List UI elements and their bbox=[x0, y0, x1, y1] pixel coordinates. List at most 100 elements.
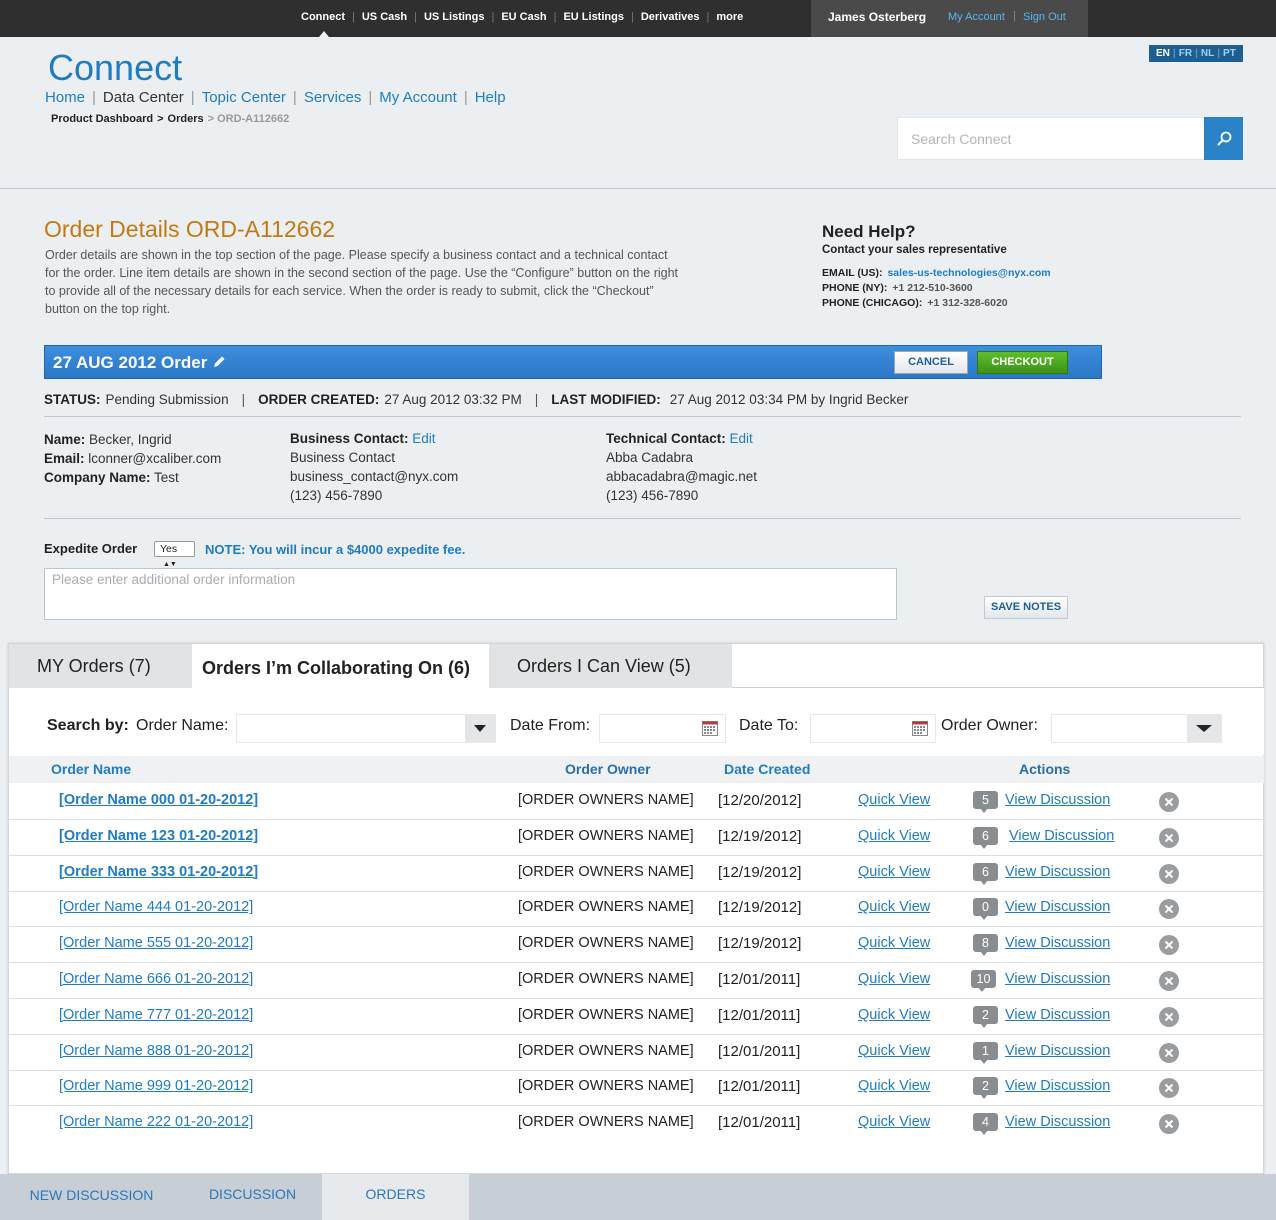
pencil-icon[interactable] bbox=[212, 355, 226, 369]
view-discussion-link[interactable]: View Discussion bbox=[1005, 899, 1110, 915]
lang-pt[interactable]: PT bbox=[1223, 48, 1236, 59]
quick-view-link[interactable]: Quick View bbox=[858, 971, 930, 987]
nav-data-center[interactable]: Data Center bbox=[103, 89, 184, 106]
quick-view-link[interactable]: Quick View bbox=[858, 864, 930, 880]
order-owner-dropdown-button[interactable] bbox=[1187, 715, 1221, 742]
view-discussion-link[interactable]: View Discussion bbox=[1005, 1043, 1110, 1059]
sign-out-link[interactable]: Sign Out bbox=[1023, 11, 1066, 23]
column-order-owner[interactable]: Order Owner bbox=[565, 761, 651, 777]
view-discussion-link[interactable]: View Discussion bbox=[1005, 864, 1110, 880]
search-button[interactable] bbox=[1204, 117, 1243, 160]
date-to-filter[interactable] bbox=[810, 714, 936, 743]
notes-textarea[interactable] bbox=[45, 569, 896, 619]
nav-help[interactable]: Help bbox=[475, 89, 506, 106]
nav-my-account[interactable]: My Account bbox=[379, 89, 457, 106]
remove-button[interactable] bbox=[1159, 1078, 1179, 1099]
topnav-eu-listings[interactable]: EU Listings bbox=[563, 11, 624, 23]
comment-count-icon: 6 bbox=[973, 826, 998, 849]
order-name-link[interactable]: [Order Name 333 01-20-2012] bbox=[59, 864, 258, 880]
quick-view-link[interactable]: Quick View bbox=[858, 1114, 930, 1130]
remove-button[interactable] bbox=[1159, 792, 1179, 812]
order-name-link[interactable]: [Order Name 555 01-20-2012] bbox=[59, 935, 253, 951]
chevron-down-icon bbox=[1196, 724, 1212, 732]
comment-count-icon: 5 bbox=[973, 791, 998, 813]
tab-new-discussion[interactable]: NEW DISCUSSION bbox=[0, 1174, 183, 1220]
help-phone-chicago: PHONE (CHICAGO): +1 312-328-6020 bbox=[822, 297, 1008, 309]
quick-view-link[interactable]: Quick View bbox=[858, 935, 930, 951]
help-title: Need Help? bbox=[822, 222, 916, 241]
tab-can-view[interactable]: Orders I Can View (5) bbox=[489, 644, 732, 688]
tab-orders[interactable]: ORDERS bbox=[322, 1174, 469, 1220]
lang-nl[interactable]: NL bbox=[1201, 48, 1214, 59]
connect-logo[interactable]: Connect bbox=[48, 47, 182, 89]
topnav-connect[interactable]: Connect bbox=[301, 11, 345, 23]
date-from-filter[interactable] bbox=[599, 714, 726, 743]
order-owner-filter[interactable] bbox=[1051, 714, 1222, 743]
cancel-button[interactable]: CANCEL bbox=[894, 351, 968, 374]
close-icon bbox=[1164, 976, 1174, 986]
my-account-link[interactable]: My Account bbox=[948, 11, 1005, 23]
view-discussion-link[interactable]: View Discussion bbox=[1005, 971, 1110, 987]
quick-view-link[interactable]: Quick View bbox=[858, 1043, 930, 1059]
business-contact-edit-link[interactable]: Edit bbox=[412, 431, 435, 446]
help-email-link[interactable]: sales-us-technologies@nyx.com bbox=[887, 267, 1050, 279]
quick-view-link[interactable]: Quick View bbox=[858, 1078, 930, 1094]
breadcrumb-orders[interactable]: Orders bbox=[168, 113, 204, 125]
nav-services[interactable]: Services bbox=[304, 89, 362, 106]
remove-button[interactable] bbox=[1159, 971, 1179, 991]
remove-button[interactable] bbox=[1159, 935, 1179, 956]
tab-collaborating[interactable]: Orders I’m Collaborating On (6) bbox=[192, 644, 489, 689]
tab-discussion[interactable]: DISCUSSION bbox=[183, 1174, 322, 1220]
expedite-select[interactable]: Yes ▲▼ bbox=[154, 541, 195, 568]
date-created: [12/20/2012] bbox=[718, 792, 802, 809]
nav-topic-center[interactable]: Topic Center bbox=[202, 89, 286, 106]
column-order-name[interactable]: Order Name bbox=[51, 761, 131, 777]
view-discussion-link[interactable]: View Discussion bbox=[1005, 935, 1110, 951]
calendar-icon[interactable] bbox=[912, 721, 928, 736]
order-name-filter[interactable] bbox=[236, 714, 496, 743]
topnav-more[interactable]: more bbox=[716, 11, 743, 23]
remove-button[interactable] bbox=[1159, 827, 1179, 848]
technical-contact-edit-link[interactable]: Edit bbox=[730, 431, 753, 446]
view-discussion-link[interactable]: View Discussion bbox=[1005, 1114, 1110, 1130]
save-notes-button[interactable]: SAVE NOTES bbox=[984, 596, 1068, 619]
lang-en[interactable]: EN bbox=[1156, 48, 1170, 59]
remove-button[interactable] bbox=[1159, 899, 1179, 920]
remove-button[interactable] bbox=[1159, 1042, 1179, 1063]
quick-view-link[interactable]: Quick View bbox=[858, 828, 930, 844]
order-name-link[interactable]: [Order Name 888 01-20-2012] bbox=[59, 1043, 253, 1059]
order-name-link[interactable]: [Order Name 666 01-20-2012] bbox=[59, 971, 253, 987]
order-name-link[interactable]: [Order Name 777 01-20-2012] bbox=[59, 1007, 253, 1023]
topnav-us-listings[interactable]: US Listings bbox=[424, 11, 485, 23]
view-discussion-link[interactable]: View Discussion bbox=[1009, 828, 1114, 844]
view-discussion-link[interactable]: View Discussion bbox=[1005, 1078, 1110, 1094]
order-name-link[interactable]: [Order Name 444 01-20-2012] bbox=[59, 899, 253, 915]
remove-button[interactable] bbox=[1159, 863, 1179, 884]
order-name-link[interactable]: [Order Name 123 01-20-2012] bbox=[59, 828, 258, 844]
date-created: [12/01/2011] bbox=[718, 1006, 801, 1024]
tab-my-orders[interactable]: MY Orders (7) bbox=[9, 644, 192, 688]
quick-view-link[interactable]: Quick View bbox=[858, 899, 930, 915]
breadcrumb-product-dashboard[interactable]: Product Dashboard bbox=[51, 113, 153, 125]
lang-fr[interactable]: FR bbox=[1179, 48, 1192, 59]
contact-divider bbox=[44, 518, 1241, 519]
remove-button[interactable] bbox=[1159, 1114, 1179, 1135]
order-name-link[interactable]: [Order Name 000 01-20-2012] bbox=[59, 792, 258, 808]
topnav-derivatives[interactable]: Derivatives bbox=[641, 11, 700, 23]
checkout-button[interactable]: CHECKOUT bbox=[977, 351, 1068, 374]
order-name-link[interactable]: [Order Name 999 01-20-2012] bbox=[59, 1078, 253, 1094]
topnav-eu-cash[interactable]: EU Cash bbox=[501, 11, 546, 23]
remove-button[interactable] bbox=[1159, 1006, 1179, 1027]
topnav-us-cash[interactable]: US Cash bbox=[362, 11, 407, 23]
quick-view-link[interactable]: Quick View bbox=[858, 1007, 930, 1023]
calendar-icon[interactable] bbox=[702, 721, 718, 736]
view-discussion-link[interactable]: View Discussion bbox=[1005, 792, 1110, 808]
quick-view-link[interactable]: Quick View bbox=[858, 792, 930, 808]
nav-home[interactable]: Home bbox=[45, 89, 85, 106]
order-name-link[interactable]: [Order Name 222 01-20-2012] bbox=[59, 1114, 253, 1130]
column-date-created[interactable]: Date Created bbox=[724, 761, 810, 777]
view-discussion-link[interactable]: View Discussion bbox=[1005, 1007, 1110, 1023]
order-name-dropdown-button[interactable] bbox=[465, 715, 495, 742]
search-input[interactable] bbox=[898, 118, 1204, 159]
order-name-input[interactable] bbox=[237, 715, 495, 742]
